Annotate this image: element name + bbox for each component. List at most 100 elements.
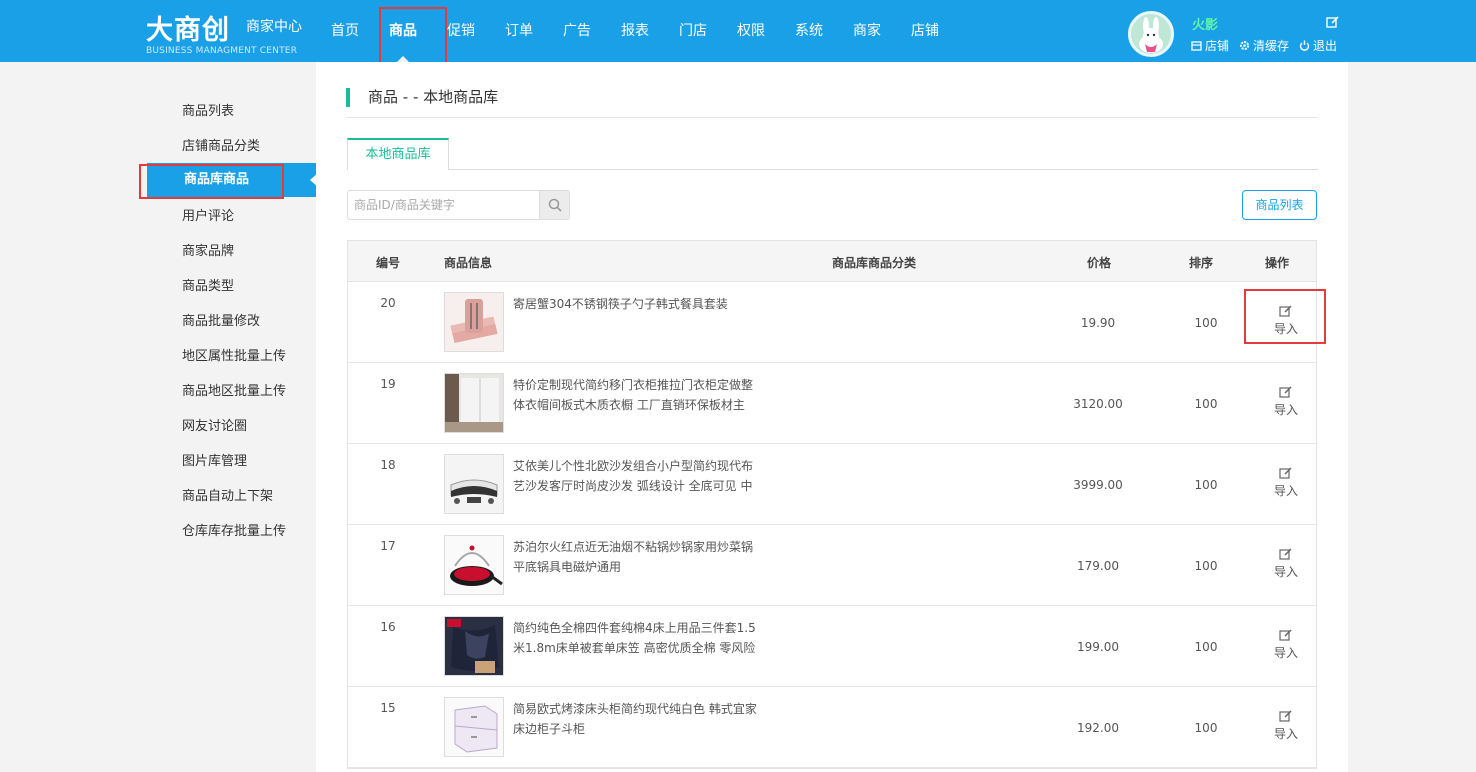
- nav-ads[interactable]: 广告: [548, 0, 606, 62]
- nav-permissions[interactable]: 权限: [722, 0, 780, 62]
- gear-icon: [1240, 41, 1250, 50]
- highlight-box-sidebar: [139, 164, 284, 199]
- goods-id: 17: [380, 539, 396, 553]
- goods-thumbnail[interactable]: [444, 454, 504, 514]
- logo-center-label: 商家中心: [246, 19, 302, 35]
- goods-name[interactable]: 寄居蟹304不锈钢筷子勺子韩式餐具套装: [513, 294, 763, 314]
- goods-name[interactable]: 苏泊尔火红点近无油烟不粘锅炒锅家用炒菜锅平底锅具电磁炉通用: [513, 537, 763, 577]
- table-row: 19 特价定制现代简约移门衣柜推拉门衣柜定做整体衣帽间板式木质衣橱 工厂直销环保…: [348, 363, 1316, 444]
- table-header: 编号 商品信息 商品库商品分类 价格 排序 操作: [348, 241, 1316, 282]
- nav-home[interactable]: 首页: [316, 0, 374, 62]
- sidebar-item-batch-edit[interactable]: 商品批量修改: [182, 310, 260, 329]
- sidebar-item-types[interactable]: 商品类型: [182, 275, 234, 294]
- col-category: 商品库商品分类: [832, 256, 917, 270]
- goods-id: 20: [380, 296, 396, 310]
- goods-price: 19.90: [1080, 316, 1116, 330]
- goods-id: 15: [380, 701, 396, 715]
- logo-text: 大商创: [146, 15, 230, 46]
- nav-merchant[interactable]: 商家: [838, 0, 896, 62]
- nav-shop[interactable]: 店铺: [896, 0, 954, 62]
- highlight-box-import: [1244, 289, 1326, 344]
- goods-thumbnail[interactable]: [444, 373, 504, 433]
- goods-price: 3120.00: [1073, 397, 1123, 411]
- nav-stores[interactable]: 门店: [664, 0, 722, 62]
- logout-link[interactable]: 退出: [1299, 37, 1337, 54]
- goods-sort: 100: [1194, 397, 1218, 411]
- goods-table: 编号 商品信息 商品库商品分类 价格 排序 操作 20 寄居蟹304不锈钢筷子勺…: [347, 240, 1317, 769]
- goods-thumbnail[interactable]: [444, 616, 504, 676]
- goods-sort: 100: [1194, 559, 1218, 573]
- nav-orders[interactable]: 订单: [490, 0, 548, 62]
- store-link-label: 店铺: [1205, 39, 1230, 53]
- store-icon: [1191, 41, 1202, 51]
- goods-id: 16: [380, 620, 396, 634]
- sidebar-item-store-category[interactable]: 店铺商品分类: [182, 135, 260, 154]
- import-button[interactable]: 导入: [1264, 709, 1308, 742]
- store-link[interactable]: 店铺: [1191, 37, 1229, 54]
- goods-name[interactable]: 简易欧式烤漆床头柜简约现代纯白色 韩式宜家床边柜子斗柜: [513, 699, 763, 739]
- tab-local-library[interactable]: 本地商品库: [347, 138, 449, 170]
- table-row: 16 简约纯色全棉四件套纯棉4床上用品三件套1.5米1.8m床单被套单床笠 高密…: [348, 606, 1316, 687]
- edit-icon: [1279, 386, 1292, 398]
- goods-name[interactable]: 简约纯色全棉四件套纯棉4床上用品三件套1.5米1.8m床单被套单床笠 高密优质全…: [513, 618, 763, 658]
- clear-cache-link[interactable]: 清缓存: [1239, 37, 1289, 54]
- import-label: 导入: [1273, 484, 1298, 498]
- import-label: 导入: [1273, 403, 1298, 417]
- import-button[interactable]: 导入: [1264, 628, 1308, 661]
- import-button[interactable]: 导入: [1264, 385, 1308, 418]
- sidebar-item-region-attr-upload[interactable]: 地区属性批量上传: [182, 345, 286, 364]
- search-icon: [548, 198, 562, 212]
- goods-thumbnail[interactable]: [444, 292, 504, 352]
- search-button[interactable]: [539, 191, 569, 219]
- page-title: 商品 - - 本地商品库: [346, 88, 498, 107]
- col-info: 商品信息: [444, 256, 493, 270]
- edit-icon: [1279, 467, 1292, 479]
- edit-icon: [1279, 629, 1292, 641]
- import-button[interactable]: 导入: [1264, 547, 1308, 580]
- title-divider: [346, 117, 1318, 118]
- avatar[interactable]: [1128, 11, 1174, 57]
- search-input[interactable]: [348, 191, 541, 219]
- goods-price: 199.00: [1077, 640, 1119, 654]
- col-op: 操作: [1265, 256, 1290, 270]
- table-row: 17 苏泊尔火红点近无油烟不粘锅炒锅家用炒菜锅平底锅具电磁炉通用 179.00 …: [348, 525, 1316, 606]
- logout-label: 退出: [1313, 39, 1338, 53]
- sidebar-item-goods-list[interactable]: 商品列表: [182, 100, 234, 119]
- edit-icon: [1279, 548, 1292, 560]
- sidebar-item-stock-upload[interactable]: 仓库库存批量上传: [182, 520, 286, 539]
- search-box: [347, 190, 570, 220]
- top-bar: 大商创 商家中心 BUSINESS MANAGMENT CENTER 首页 商品…: [0, 0, 1476, 62]
- goods-thumbnail[interactable]: [444, 535, 504, 595]
- nav-system[interactable]: 系统: [780, 0, 838, 62]
- import-button[interactable]: 导入: [1264, 466, 1308, 499]
- table-row: 18 艾依美儿个性北欧沙发组合小户型简约现代布艺沙发客厅时尚皮沙发 弧线设计 全…: [348, 444, 1316, 525]
- import-label: 导入: [1273, 565, 1298, 579]
- sidebar-item-comments[interactable]: 用户评论: [182, 205, 234, 224]
- clear-cache-label: 清缓存: [1253, 39, 1290, 53]
- goods-thumbnail[interactable]: [444, 697, 504, 757]
- user-links: 店铺 清缓存 退出: [1191, 37, 1337, 54]
- goods-name[interactable]: 特价定制现代简约移门衣柜推拉门衣柜定做整体衣帽间板式木质衣橱 工厂直销环保板材主: [513, 375, 763, 415]
- goods-list-button[interactable]: 商品列表: [1242, 190, 1317, 220]
- sidebar-item-brands[interactable]: 商家品牌: [182, 240, 234, 259]
- sidebar-item-region-goods-upload[interactable]: 商品地区批量上传: [182, 380, 286, 399]
- nav-reports[interactable]: 报表: [606, 0, 664, 62]
- goods-sort: 100: [1194, 721, 1218, 735]
- goods-name[interactable]: 艾依美儿个性北欧沙发组合小户型简约现代布艺沙发客厅时尚皮沙发 弧线设计 全底可见…: [513, 456, 763, 496]
- sidebar-item-discussion[interactable]: 网友讨论圈: [182, 415, 247, 434]
- col-price: 价格: [1087, 256, 1112, 270]
- sidebar-item-gallery[interactable]: 图片库管理: [182, 450, 247, 469]
- user-name: 火影: [1192, 18, 1219, 33]
- tab-divider: [347, 169, 1318, 170]
- edit-profile-icon[interactable]: [1326, 15, 1342, 31]
- col-sort: 排序: [1189, 256, 1214, 270]
- goods-sort: 100: [1194, 478, 1218, 492]
- logo[interactable]: 大商创 商家中心 BUSINESS MANAGMENT CENTER: [146, 8, 302, 56]
- sidebar-item-auto-shelf[interactable]: 商品自动上下架: [182, 485, 273, 504]
- edit-icon: [1279, 710, 1292, 722]
- main-panel: 商品 - - 本地商品库 本地商品库 商品列表 编号 商品信息 商品库商品分类 …: [316, 62, 1348, 772]
- power-icon: [1299, 40, 1310, 51]
- logo-subtitle: BUSINESS MANAGMENT CENTER: [146, 46, 298, 56]
- import-label: 导入: [1273, 727, 1298, 741]
- table-row: 20 寄居蟹304不锈钢筷子勺子韩式餐具套装 19.90 100 导入: [348, 282, 1316, 363]
